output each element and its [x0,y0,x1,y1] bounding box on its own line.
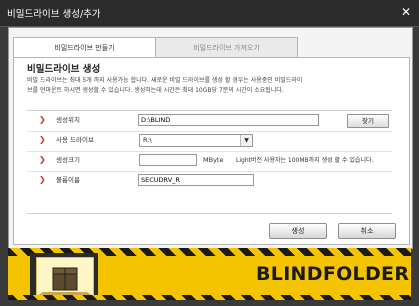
volume-input[interactable]: SECUDRV_R [138,174,254,186]
location-input[interactable]: D:\BLIND [138,114,319,126]
folder-box-icon [37,267,93,296]
chevron-right-icon: ❯ [39,155,46,164]
location-label: 생성위치 [56,116,80,124]
tab-import-drive[interactable]: 비밀드라이브 가져오기 [155,37,298,59]
size-label: 생성크기 [56,156,80,164]
dialog-window: 비밀드라이브 생성/추가 ✕ 비밀드라이브 만들기 비밀드라이브 가져오기 비밀… [0,0,419,306]
create-button[interactable]: 생성 [269,223,327,239]
dialog-content: 비밀드라이브 만들기 비밀드라이브 가져오기 비밀드라이브 생성 비밀 드라이브… [8,27,413,249]
size-hint: Light버전 사용자는 100MB까지 생성 할 수 있습니다. [236,157,374,164]
logo [30,253,98,299]
browse-button[interactable]: 찾기 [347,114,389,128]
brand-name: BLINDFOLDER [256,263,410,285]
form-row-size: ❯ 생성크기 MByte Light버전 사용자는 100MB까지 생성 할 수… [27,151,392,172]
chevron-right-icon: ❯ [39,135,46,144]
chevron-right-icon: ❯ [39,115,46,124]
create-form: ❯ 생성위치 D:\BLIND 찾기 ❯ 사용 드라이브 R:\ ▼ ❯ 생성크… [27,110,392,214]
close-icon[interactable]: ✕ [399,5,413,19]
chevron-right-icon: ❯ [39,175,46,184]
brand-banner: BLINDFOLDER [8,248,411,300]
volume-label: 볼륨이름 [56,176,80,184]
size-unit: MByte [203,156,224,164]
form-row-volume: ❯ 볼륨이름 SECUDRV_R [27,171,392,191]
hazard-stripe [8,295,411,300]
tab-create-drive[interactable]: 비밀드라이브 만들기 [13,37,156,58]
form-row-drive: ❯ 사용 드라이브 R:\ ▼ [27,131,392,152]
cancel-button[interactable]: 취소 [338,223,396,239]
tab-panel: 비밀드라이브 생성 비밀 드라이브는 최대 5개 까지 사용가능 합니다. 새로… [13,57,410,245]
window-title: 비밀드라이브 생성/추가 [7,9,101,20]
chevron-down-icon[interactable]: ▼ [240,135,252,146]
title-bar[interactable]: 비밀드라이브 생성/추가 ✕ [0,0,419,27]
form-row-location: ❯ 생성위치 D:\BLIND 찾기 [27,111,392,132]
size-input[interactable] [139,154,197,166]
drive-label: 사용 드라이브 [56,136,94,144]
logo-frame [36,257,94,297]
section-title: 비밀드라이브 생성 [27,64,101,75]
drive-select-value: R:\ [143,136,152,144]
section-description: 비밀 드라이브는 최대 5개 까지 사용가능 합니다. 새로운 비밀 드라이브를… [27,77,303,94]
drive-select[interactable]: R:\ ▼ [139,134,253,147]
